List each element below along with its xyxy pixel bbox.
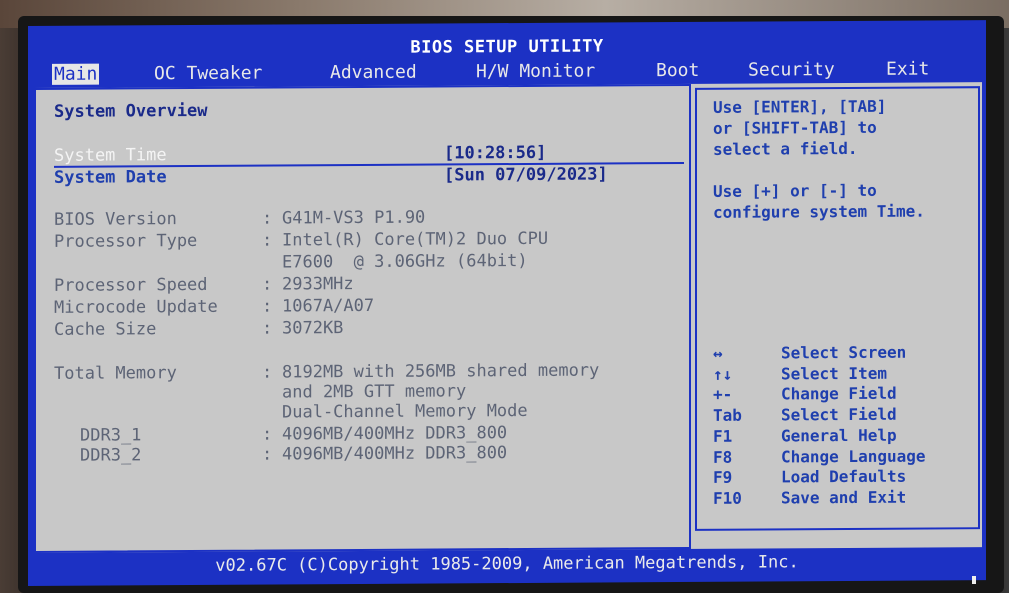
memory-value: 8192MB with 256MB shared memory <box>282 360 600 383</box>
bios-screen: BIOS SETUP UTILITY Main OC Tweaker Advan… <box>28 20 986 587</box>
tab-hw-monitor[interactable]: H/W Monitor <box>476 61 595 83</box>
key-name: +- <box>713 385 733 405</box>
tab-security[interactable]: Security <box>748 59 835 81</box>
system-date-value[interactable]: [Sun 07/09/2023] <box>444 164 608 185</box>
memory-label: DDR3_2 <box>80 445 142 466</box>
info-separator: : <box>262 230 273 251</box>
info-value: 1067A/A07 <box>282 295 375 317</box>
help-pane: Use [ENTER], [TAB] or [SHIFT-TAB] to selec… <box>695 86 980 531</box>
settings-pane: System Overview System Time [10:28:56] S… <box>34 83 691 553</box>
memory-separator: : <box>262 362 273 383</box>
system-time-value[interactable]: [10:28:56] <box>444 143 546 164</box>
key-name: ↑↓ <box>713 364 733 384</box>
key-action: Select Field <box>781 404 897 425</box>
info-label: BIOS Version <box>54 209 177 230</box>
help-line: Use [ENTER], [TAB] <box>713 96 887 117</box>
memory-info-list: Total Memory:8192MB with 256MB shared me… <box>36 86 689 466</box>
power-led <box>972 576 976 584</box>
help-text: Use [ENTER], [TAB] or [SHIFT-TAB] to selec… <box>697 88 978 222</box>
info-separator: : <box>262 208 273 229</box>
key-action: Load Defaults <box>781 466 907 487</box>
section-title: System Overview <box>54 100 208 122</box>
info-separator: : <box>262 274 273 295</box>
key-name: F8 <box>713 447 733 467</box>
key-name: ↔ <box>713 343 723 363</box>
system-date-label[interactable]: System Date <box>54 167 167 188</box>
memory-value: and 2MB GTT memory <box>282 381 467 403</box>
key-name: F1 <box>713 426 733 446</box>
help-line: select a field. <box>713 138 858 159</box>
help-line: or [SHIFT-TAB] to <box>713 117 877 138</box>
memory-separator: : <box>262 424 273 445</box>
help-line: Use [+] or [-] to <box>713 180 877 201</box>
info-value: E7600 @ 3.06GHz (64bit) <box>282 250 528 273</box>
memory-value: Dual-Channel Memory Mode <box>282 400 528 423</box>
memory-label: DDR3_1 <box>80 425 142 446</box>
main-panel: System Overview System Time [10:28:56] S… <box>34 82 982 553</box>
key-action: Change Field <box>781 384 897 404</box>
key-legend: ↔ Select Screen ↑↓ Select Item +- Change Fiel… <box>697 88 978 508</box>
key-action: Select Screen <box>781 342 907 363</box>
info-separator: : <box>262 296 273 317</box>
system-info-list: BIOS Version: G41M-VS3 P1.90 Processor Typ… <box>36 86 689 340</box>
key-action: General Help <box>781 425 897 446</box>
system-time-label[interactable]: System Time <box>54 145 167 166</box>
info-separator: : <box>262 318 273 339</box>
tab-exit[interactable]: Exit <box>886 58 929 79</box>
info-value: G41M-VS3 P1.90 <box>282 207 426 229</box>
key-name: F9 <box>713 467 733 488</box>
info-value: 2933MHz <box>282 274 354 295</box>
info-value: Intel(R) Core(TM)2 Duo CPU <box>282 228 549 251</box>
info-label: Processor Speed <box>54 274 208 296</box>
tab-main[interactable]: Main <box>52 63 100 85</box>
memory-value: 4096MB/400MHz DDR3_800 <box>282 423 508 445</box>
info-value: 3072KB <box>282 318 344 339</box>
copyright-footer: v02.67C (C)Copyright 1985-2009, American… <box>215 552 799 576</box>
tab-advanced[interactable]: Advanced <box>330 62 417 84</box>
key-action: Save and Exit <box>781 487 907 508</box>
key-action: Change Language <box>781 446 926 466</box>
tab-boot[interactable]: Boot <box>656 60 699 81</box>
tab-oc-tweaker[interactable]: OC Tweaker <box>154 63 262 85</box>
key-name: Tab <box>713 405 742 425</box>
memory-separator: : <box>262 444 273 465</box>
key-action: Select Item <box>781 363 887 384</box>
help-line: configure system Time. <box>713 201 925 222</box>
info-label: Microcode Update <box>54 296 218 318</box>
info-label: Cache Size <box>54 319 157 340</box>
memory-value: 4096MB/400MHz DDR3_800 <box>282 443 508 465</box>
info-label: Processor Type <box>54 230 198 252</box>
memory-label: Total Memory <box>54 363 177 384</box>
key-name: F10 <box>713 488 742 508</box>
